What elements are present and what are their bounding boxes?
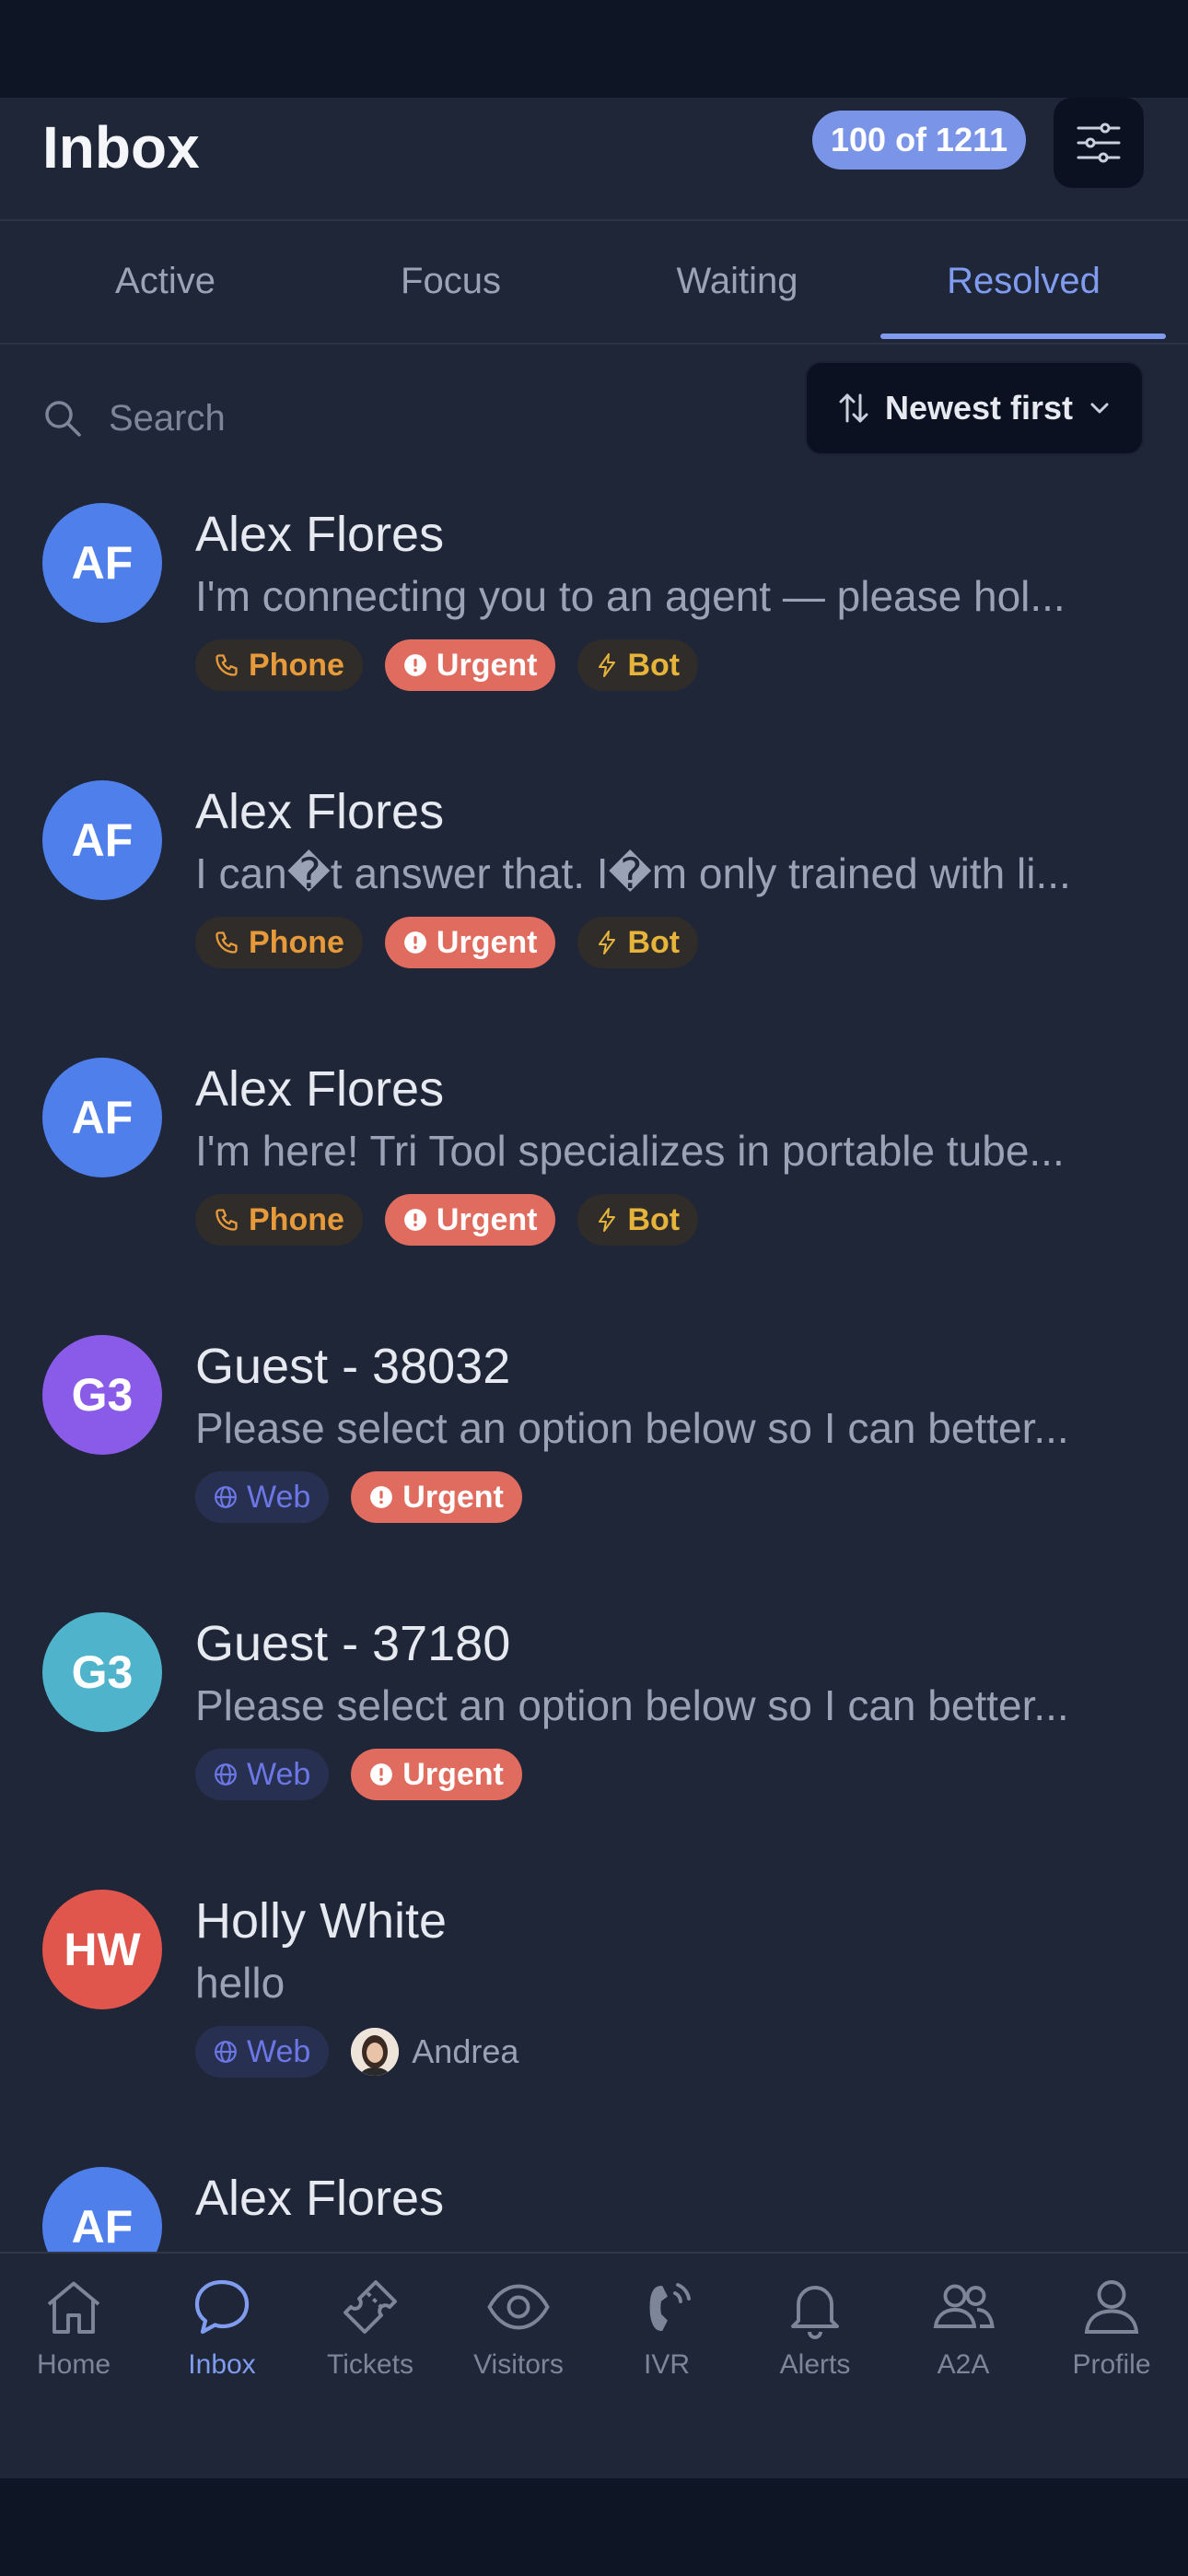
- nav-inbox[interactable]: Inbox: [153, 2274, 291, 2412]
- avatar: AF: [42, 1058, 162, 1177]
- globe-icon: [215, 1486, 237, 1508]
- users-icon: [933, 2284, 995, 2328]
- web-tag: Web: [195, 2026, 330, 2078]
- eye-icon: [487, 2284, 550, 2330]
- tab-resolved[interactable]: Resolved: [880, 221, 1167, 341]
- message-preview: Please select an option below so I can b…: [195, 1681, 1069, 1729]
- conversation-item[interactable]: G3 Guest - 38032 Please select an option…: [0, 1335, 1188, 1611]
- urgent-tag: Urgent: [384, 639, 556, 691]
- bot-tag: Bot: [577, 1194, 699, 1246]
- assigned-agent: Andrea: [351, 2028, 518, 2076]
- agent-name: Andrea: [412, 2032, 519, 2070]
- conversation-item[interactable]: AF Alex Flores I can�t answer that. I�m …: [0, 780, 1188, 1057]
- sort-label: Newest first: [884, 389, 1074, 427]
- urgent-tag: Urgent: [351, 1749, 522, 1800]
- nav-tickets[interactable]: Tickets: [301, 2274, 439, 2412]
- avatar: G3: [42, 1612, 162, 1732]
- lightning-icon: [599, 931, 616, 954]
- globe-icon: [215, 1763, 237, 1786]
- lightning-icon: [599, 653, 616, 677]
- user-icon: [1084, 2280, 1139, 2334]
- phone-icon: [215, 654, 238, 676]
- alert-circle-icon: [403, 931, 426, 954]
- tag-list: Phone Urgent Bot: [195, 917, 699, 968]
- phone-icon: [215, 1209, 238, 1231]
- chat-bubble-icon: [194, 2279, 250, 2335]
- tab-waiting[interactable]: Waiting: [594, 221, 880, 341]
- contact-name: Alex Flores: [195, 1061, 445, 1117]
- nav-a2a[interactable]: A2A: [894, 2274, 1032, 2412]
- nav-home[interactable]: Home: [5, 2274, 143, 2412]
- contact-name: Alex Flores: [195, 784, 445, 839]
- bell-icon: [791, 2286, 839, 2339]
- tag-list: Phone Urgent Bot: [195, 1194, 699, 1246]
- tab-active[interactable]: Active: [22, 221, 309, 341]
- phone-tag: Phone: [195, 917, 363, 968]
- tab-focus[interactable]: Focus: [308, 221, 594, 341]
- page-title: Inbox: [42, 114, 200, 181]
- message-preview: I can�t answer that. I�m only trained wi…: [195, 849, 1071, 897]
- alert-circle-icon: [403, 1209, 426, 1231]
- alert-circle-icon: [370, 1763, 393, 1786]
- contact-name: Guest - 38032: [195, 1339, 511, 1394]
- agent-avatar: [351, 2028, 400, 2076]
- avatar: AF: [42, 780, 162, 900]
- phone-tag: Phone: [195, 1194, 363, 1246]
- ticket-icon: [344, 2280, 397, 2334]
- search-placeholder: Search: [109, 397, 226, 439]
- inbox-screen: Inbox 100 of 1211 Active Focus Waiting R…: [0, 98, 1188, 2478]
- nav-alerts[interactable]: Alerts: [746, 2274, 884, 2412]
- tab-underline: [880, 334, 1166, 339]
- contact-name: Alex Flores: [195, 2171, 445, 2226]
- message-preview: hello: [195, 1959, 285, 2007]
- contact-name: Alex Flores: [195, 507, 445, 562]
- tag-list: Web Urgent: [195, 1471, 522, 1523]
- conversation-item[interactable]: HW Holly White hello Web Andrea: [0, 1890, 1188, 2166]
- sort-arrows-icon: [839, 393, 868, 423]
- avatar: G3: [42, 1335, 162, 1455]
- alert-circle-icon: [403, 654, 426, 676]
- chevron-down-icon: [1090, 403, 1109, 414]
- filter-button[interactable]: [1054, 98, 1144, 188]
- sliders-icon: [1077, 123, 1121, 163]
- avatar: AF: [42, 503, 162, 623]
- urgent-tag: Urgent: [384, 917, 556, 968]
- phone-icon: [215, 931, 238, 954]
- header: Inbox 100 of 1211: [0, 98, 1188, 221]
- search-icon: [45, 401, 81, 437]
- message-preview: Please select an option below so I can b…: [195, 1404, 1069, 1452]
- lightning-icon: [599, 1208, 616, 1232]
- web-tag: Web: [195, 1471, 330, 1523]
- contact-name: Guest - 37180: [195, 1616, 511, 1671]
- urgent-tag: Urgent: [351, 1471, 522, 1523]
- nav-ivr[interactable]: IVR: [598, 2274, 736, 2412]
- tag-list: Web Andrea: [195, 2026, 518, 2078]
- tag-list: Phone Urgent Bot: [195, 639, 699, 691]
- message-preview: I'm connecting you to an agent — please …: [195, 572, 1066, 620]
- globe-icon: [215, 2041, 237, 2063]
- tab-bar: Active Focus Waiting Resolved: [0, 221, 1188, 345]
- home-icon: [47, 2281, 100, 2334]
- phone-tag: Phone: [195, 639, 363, 691]
- tag-list: Web Urgent: [195, 1749, 522, 1800]
- conversation-item[interactable]: G3 Guest - 37180 Please select an option…: [0, 1612, 1188, 1889]
- bot-tag: Bot: [577, 639, 699, 691]
- contact-name: Holly White: [195, 1893, 448, 1949]
- search-input[interactable]: Search: [42, 374, 761, 463]
- conversation-item[interactable]: AF Alex Flores I'm connecting you to an …: [0, 503, 1188, 779]
- web-tag: Web: [195, 1749, 330, 1800]
- bot-tag: Bot: [577, 917, 699, 968]
- nav-profile[interactable]: Profile: [1042, 2274, 1181, 2412]
- sort-button[interactable]: Newest first: [805, 361, 1144, 455]
- message-preview: I'm here! Tri Tool specializes in portab…: [195, 1127, 1065, 1175]
- phone-icon: [649, 2283, 691, 2331]
- count-badge: 100 of 1211: [812, 111, 1027, 170]
- alert-circle-icon: [370, 1486, 393, 1508]
- urgent-tag: Urgent: [384, 1194, 556, 1246]
- bottom-nav: Home Inbox Tickets Visitors IVR Alerts A…: [0, 2252, 1188, 2478]
- conversation-item[interactable]: AF Alex Flores I'm here! Tri Tool specia…: [0, 1058, 1188, 1334]
- avatar: HW: [42, 1890, 162, 2009]
- nav-visitors[interactable]: Visitors: [449, 2274, 588, 2412]
